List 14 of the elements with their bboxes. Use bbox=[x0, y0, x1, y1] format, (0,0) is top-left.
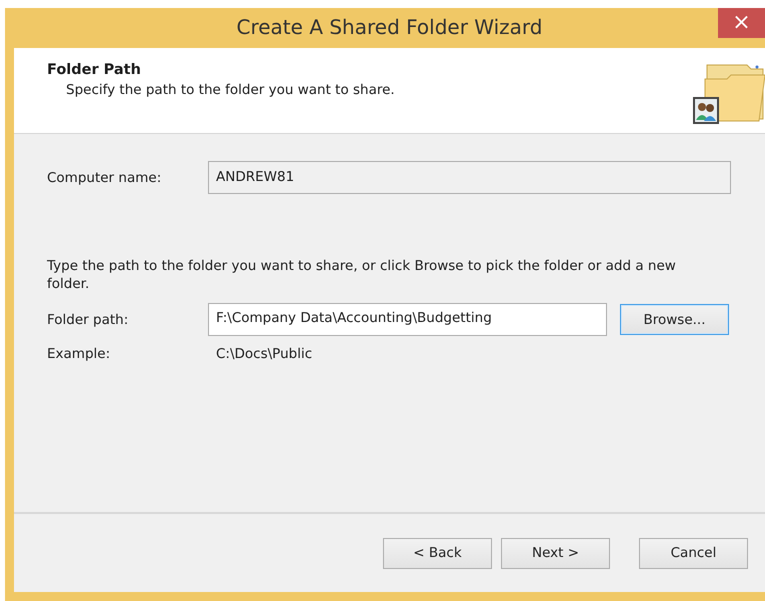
page-subtitle: Specify the path to the folder you want to share. bbox=[66, 82, 395, 98]
folder-path-field[interactable]: F:\Company Data\Accounting\Budgetting bbox=[208, 303, 607, 336]
field-label: Example: bbox=[47, 346, 112, 362]
example-path: C:\Docs\Public bbox=[215, 346, 312, 362]
window-title: Create A Shared Folder Wizard bbox=[236, 15, 542, 39]
field-label: Computer name: bbox=[47, 170, 162, 186]
instruction-text: Type the path to the folder you want to share, or click Browse to pick the folder or add a new folder. bbox=[47, 257, 677, 293]
next-button[interactable]: Next > bbox=[501, 538, 610, 568]
field-label: Folder path: bbox=[47, 312, 130, 328]
cancel-button[interactable]: Cancel bbox=[639, 538, 748, 568]
page-title: Folder Path bbox=[47, 62, 142, 78]
back-button[interactable]: < Back bbox=[383, 538, 492, 568]
close-button[interactable]: × bbox=[718, 8, 765, 38]
browse-button[interactable]: Browse... bbox=[620, 304, 729, 335]
